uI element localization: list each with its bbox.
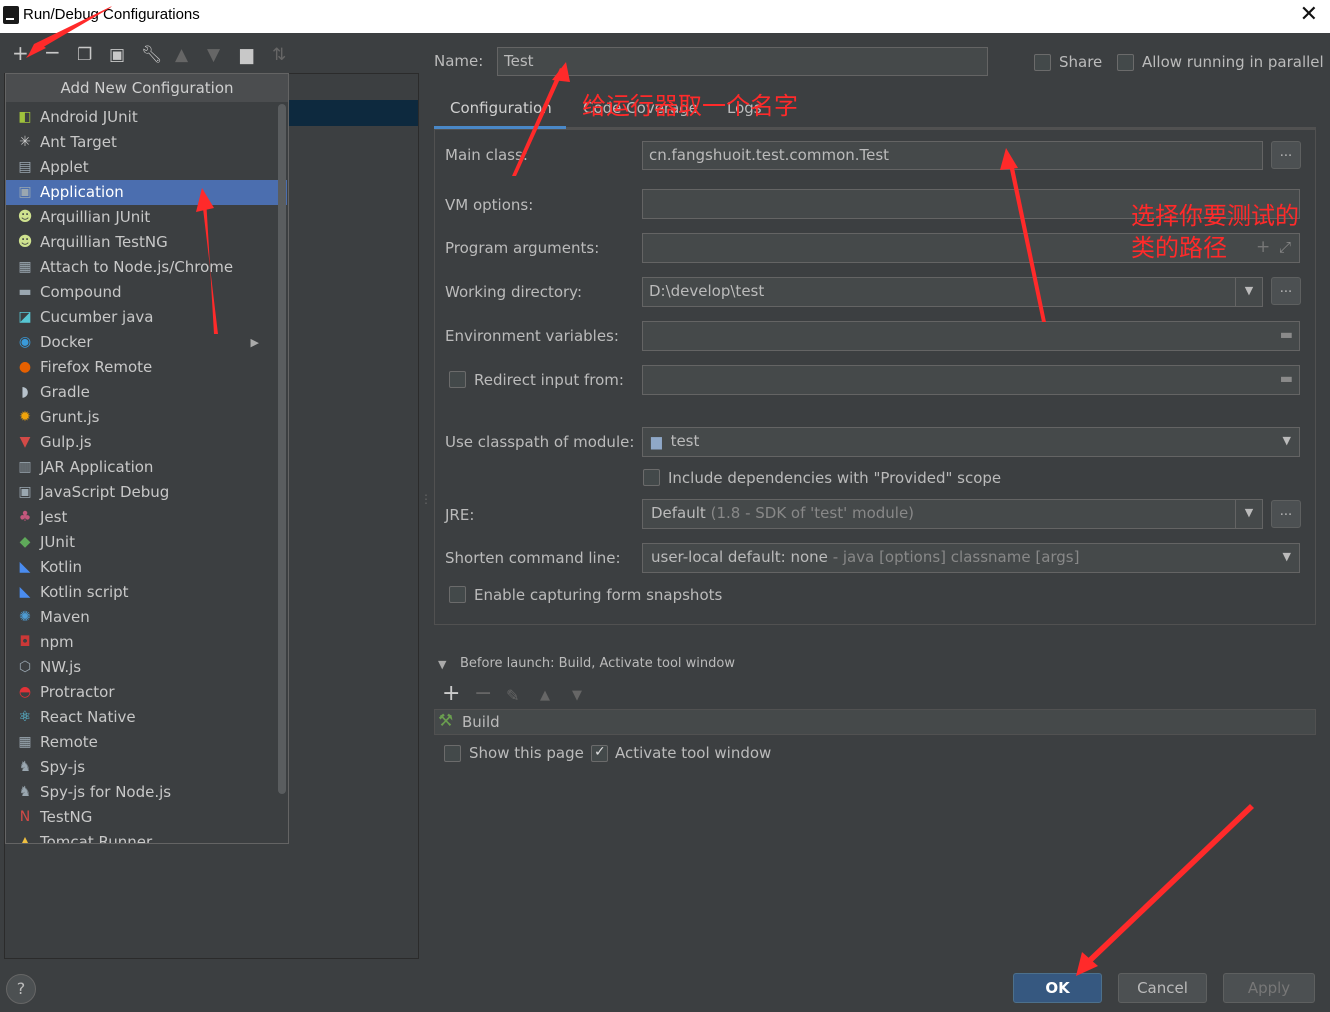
arrow-head-name xyxy=(552,62,570,82)
arrow-to-application xyxy=(202,198,218,334)
arrow-head-application xyxy=(196,188,214,212)
annotation-arrows xyxy=(26,6,1254,976)
arrow-to-ok xyxy=(1082,804,1254,968)
arrow-to-main-class xyxy=(1008,158,1046,322)
arrow-head-main-class xyxy=(1000,148,1018,170)
arrow-to-name xyxy=(512,68,564,176)
